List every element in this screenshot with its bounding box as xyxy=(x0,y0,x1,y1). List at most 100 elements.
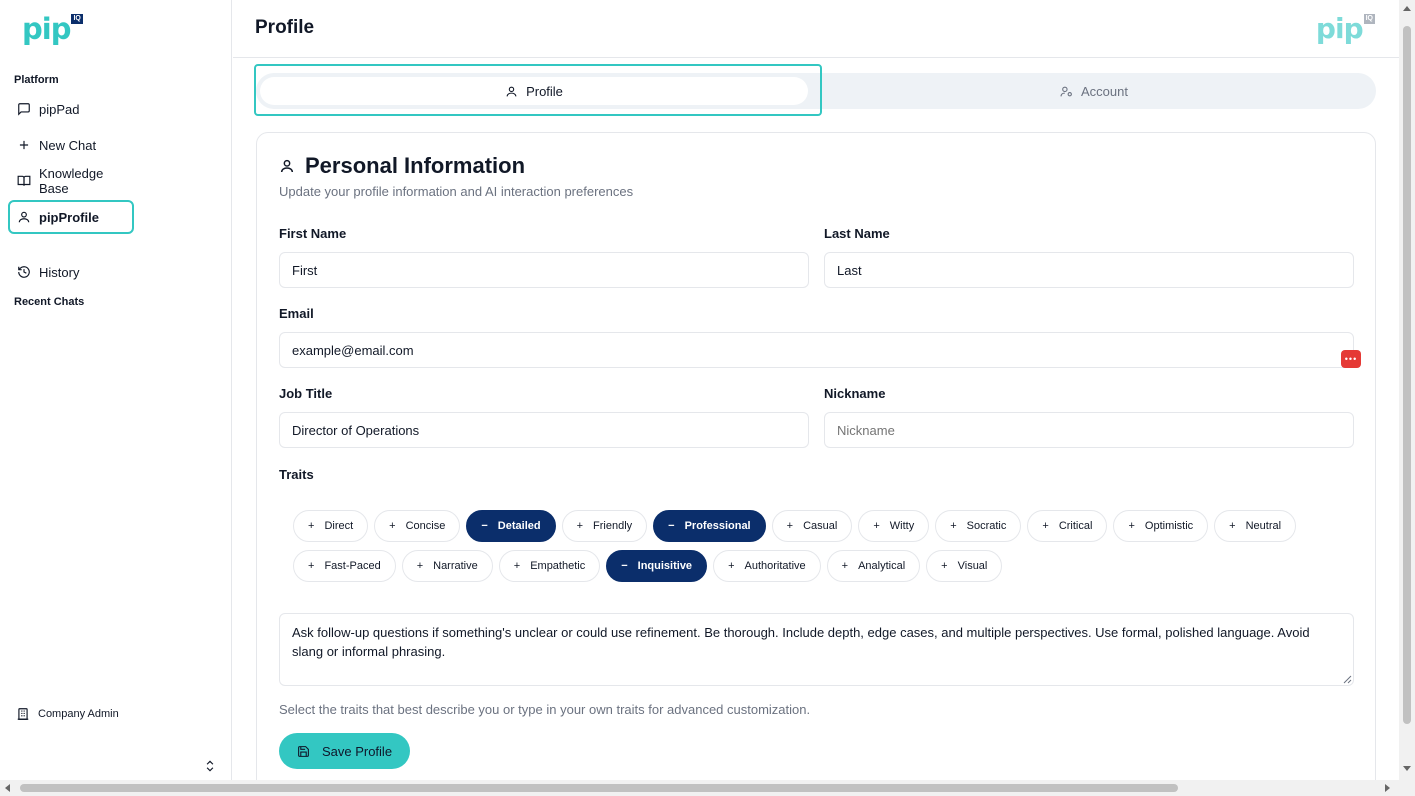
nickname-field[interactable] xyxy=(824,412,1354,448)
trait-chip[interactable]: + Neutral xyxy=(1214,510,1297,542)
trait-chip-label: Concise xyxy=(405,520,446,532)
trait-chip-label: Friendly xyxy=(593,520,633,532)
last-name-field[interactable] xyxy=(824,252,1354,288)
minus-icon: − xyxy=(621,560,628,572)
scroll-up-arrow[interactable] xyxy=(1403,6,1411,11)
sidebar-item-pipprofile[interactable]: pipProfile xyxy=(8,200,134,234)
trait-chip[interactable]: + Concise xyxy=(374,510,461,542)
plus-icon: + xyxy=(1042,520,1049,532)
job-title-field[interactable] xyxy=(279,412,809,448)
trait-chip[interactable]: + Analytical xyxy=(826,550,921,582)
sidebar-item-label: pipProfile xyxy=(39,209,99,225)
sidebar-item-label: New Chat xyxy=(39,137,97,153)
sidebar: pip IQ Platform pipPad New Chat Knowledg… xyxy=(0,0,232,784)
trait-chip[interactable]: − Professional xyxy=(653,510,766,542)
plus-icon: + xyxy=(728,560,735,572)
page-header: Profile pip IQ xyxy=(233,0,1399,58)
trait-chip[interactable]: + Optimistic xyxy=(1113,510,1209,542)
trait-chip[interactable]: + Socratic xyxy=(935,510,1022,542)
chevrons-up-down-icon[interactable] xyxy=(203,758,217,774)
trait-chip[interactable]: + Casual xyxy=(771,510,853,542)
page-title: Profile xyxy=(255,17,315,38)
tab-profile[interactable]: Profile xyxy=(260,77,808,105)
plus-icon: + xyxy=(873,520,880,532)
traits-textarea[interactable]: Ask follow-up questions if something's u… xyxy=(279,613,1354,686)
trait-chip-label: Empathetic xyxy=(530,560,586,572)
traits-helper-text: Select the traits that best describe you… xyxy=(279,702,811,717)
plus-icon: + xyxy=(513,560,521,572)
trait-chip-label: Inquisitive xyxy=(637,560,693,572)
trait-chip[interactable]: + Narrative xyxy=(401,550,493,582)
trait-chip[interactable]: + Empathetic xyxy=(498,550,601,582)
building-icon xyxy=(17,708,29,720)
vertical-scrollbar[interactable] xyxy=(1399,0,1415,784)
scroll-left-arrow[interactable] xyxy=(5,784,10,792)
trait-chip[interactable]: + Friendly xyxy=(561,510,648,542)
plus-icon: + xyxy=(1128,520,1135,532)
sidebar-item-pippad[interactable]: pipPad xyxy=(8,92,134,126)
save-icon xyxy=(298,745,309,757)
save-profile-label: Save Profile xyxy=(321,743,393,759)
vertical-scroll-thumb[interactable] xyxy=(1403,26,1411,724)
trait-chip-label: Detailed xyxy=(497,520,541,532)
plus-icon: + xyxy=(841,560,849,572)
plus-icon: + xyxy=(576,520,584,532)
tab-label: Profile xyxy=(526,83,563,99)
save-profile-button[interactable]: Save Profile xyxy=(279,733,410,769)
tab-account[interactable]: Account xyxy=(816,73,1372,109)
trait-chip[interactable]: + Authoritative xyxy=(713,550,821,582)
trait-chip[interactable]: + Fast-Paced xyxy=(293,550,396,582)
pip-logo[interactable]: pip IQ xyxy=(22,12,83,46)
message-square-icon xyxy=(18,103,30,116)
sidebar-item-label: pipPad xyxy=(39,101,80,117)
plus-icon: + xyxy=(308,520,315,532)
book-open-icon xyxy=(17,175,31,186)
tab-label: Account xyxy=(1081,83,1128,99)
trait-chip[interactable]: − Detailed xyxy=(466,510,556,542)
logo-badge: IQ xyxy=(71,14,83,24)
company-admin-link[interactable]: Company Admin xyxy=(8,700,119,728)
email-label: Email xyxy=(279,306,314,321)
card-title-text: Personal Information xyxy=(305,153,526,178)
trait-chip-label: Visual xyxy=(957,560,988,572)
trait-chip-label: Analytical xyxy=(858,560,906,572)
scroll-right-arrow[interactable] xyxy=(1385,784,1390,792)
trait-chip[interactable]: + Visual xyxy=(926,550,1003,582)
trait-chip-label: Casual xyxy=(803,520,838,532)
personal-information-card: Personal Information Update your profile… xyxy=(256,132,1376,796)
password-manager-icon[interactable]: ••• xyxy=(1341,350,1361,368)
sidebar-item-new-chat[interactable]: New Chat xyxy=(8,128,134,162)
user-cog-icon xyxy=(1060,86,1072,96)
trait-chip[interactable]: + Witty xyxy=(858,510,930,542)
plus-icon: + xyxy=(941,560,948,572)
trait-chip[interactable]: + Direct xyxy=(293,510,369,542)
trait-chip-label: Witty xyxy=(889,520,915,532)
horizontal-scrollbar[interactable] xyxy=(0,780,1415,796)
first-name-field[interactable] xyxy=(279,252,809,288)
minus-icon: − xyxy=(668,520,675,532)
trait-chip[interactable]: − Inquisitive xyxy=(606,550,708,582)
sidebar-item-label: History xyxy=(39,264,80,280)
scroll-down-arrow[interactable] xyxy=(1403,766,1411,771)
resize-handle-icon[interactable] xyxy=(1342,674,1352,684)
trait-chip-label: Critical xyxy=(1058,520,1093,532)
trait-chip-label: Professional xyxy=(684,520,751,532)
sidebar-item-label: Knowledge Base xyxy=(39,166,104,196)
trait-chip[interactable]: + Critical xyxy=(1027,510,1108,542)
horizontal-scroll-thumb[interactable] xyxy=(20,784,1178,792)
card-subtitle: Update your profile information and AI i… xyxy=(279,184,634,199)
section-label-recent-chats: Recent Chats xyxy=(14,296,85,308)
history-icon xyxy=(18,266,30,278)
first-name-label: First Name xyxy=(279,226,347,241)
section-label-platform: Platform xyxy=(14,74,59,86)
trait-chip-label: Neutral xyxy=(1245,520,1282,532)
plus-icon: + xyxy=(1229,520,1236,532)
minus-icon: − xyxy=(481,520,488,532)
traits-chip-group: + Direct + Concise − Detailed + Friendly − Profes… xyxy=(293,510,1313,582)
user-icon xyxy=(280,159,294,173)
sidebar-item-history[interactable]: History xyxy=(8,255,134,289)
sidebar-item-knowledge-base[interactable]: Knowledge Base xyxy=(8,164,134,198)
logo-text: pip xyxy=(1315,12,1364,45)
email-field[interactable] xyxy=(279,332,1354,368)
trait-chip-label: Narrative xyxy=(433,560,478,572)
